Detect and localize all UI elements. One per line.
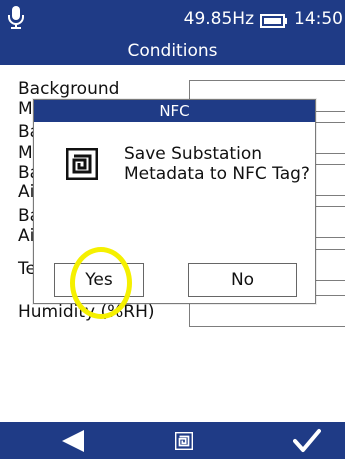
field-label: Ai xyxy=(18,182,35,202)
nfc-tag-icon xyxy=(66,148,98,180)
field-label: Background xyxy=(18,79,120,99)
bottom-nav xyxy=(0,422,345,459)
top-bar: 49.85Hz 14:50 Conditions xyxy=(0,0,345,65)
nfc-dialog: NFC Save Substation Metadata to NFC Tag?… xyxy=(33,99,316,304)
field-label: M xyxy=(18,143,33,163)
back-button[interactable] xyxy=(48,422,98,459)
frequency-readout: 49.85Hz xyxy=(183,9,254,29)
dialog-title: NFC xyxy=(34,100,315,122)
status-area: 49.85Hz 14:50 xyxy=(184,8,343,30)
battery-icon xyxy=(260,12,288,28)
back-arrow-icon xyxy=(62,429,84,452)
nfc-tag-icon xyxy=(175,431,193,450)
no-button[interactable]: No xyxy=(188,263,297,297)
clock: 14:50 xyxy=(294,9,343,29)
field-label: M xyxy=(18,99,33,119)
checkmark-icon xyxy=(293,428,321,452)
dialog-message: Save Substation Metadata to NFC Tag? xyxy=(124,144,310,184)
yes-button[interactable]: Yes xyxy=(54,263,144,297)
nfc-nav-button[interactable] xyxy=(164,422,204,459)
field-label: Humidity (%RH) xyxy=(18,302,155,322)
page-title: Conditions xyxy=(127,41,218,61)
microphone-icon xyxy=(8,6,24,29)
field-label: Ai xyxy=(18,226,35,246)
confirm-button[interactable] xyxy=(282,422,332,459)
